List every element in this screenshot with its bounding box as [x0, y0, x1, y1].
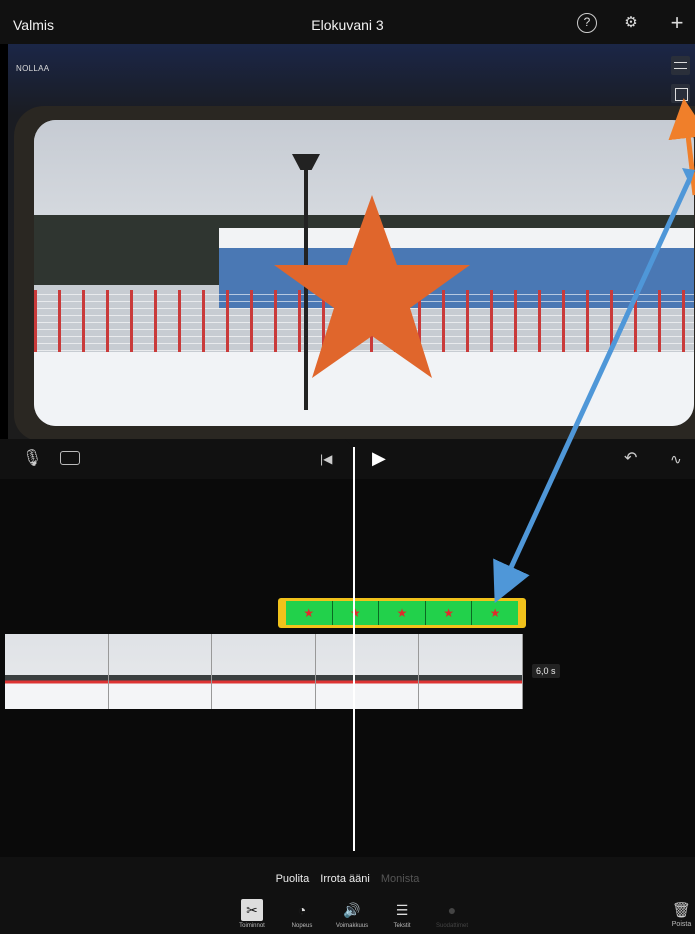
text-icon: ☰	[395, 902, 409, 918]
tool-volume[interactable]: 🔊 Voimakkuus	[332, 899, 372, 929]
clip-duration: 6,0 s	[532, 664, 560, 678]
playhead[interactable]	[353, 447, 355, 851]
clip-thumbnail	[315, 634, 420, 709]
crop-icon[interactable]	[671, 84, 690, 103]
video-viewer: NOLLAA	[8, 44, 695, 439]
camera-icon[interactable]	[60, 451, 80, 465]
overlay-frame-thumb: ★	[471, 601, 518, 625]
clip-thumbnail	[419, 634, 523, 709]
split-button[interactable]: Puolita	[276, 873, 310, 885]
speedometer-icon: ◔	[297, 902, 307, 918]
scissors-icon: ✂	[241, 899, 263, 921]
speaker-icon: 🔊	[343, 902, 361, 918]
play-icon[interactable]: ▶	[372, 448, 386, 469]
adjust-icon[interactable]	[671, 56, 690, 75]
reset-button[interactable]: NOLLAA	[16, 64, 49, 73]
delete-button[interactable]: 🗑 Poista	[668, 901, 695, 928]
waveform-icon[interactable]: ∿	[670, 451, 682, 468]
tool-trim[interactable]: ✂ Toiminnot	[232, 899, 272, 929]
tool-titles[interactable]: ☰ Tekstit	[382, 899, 422, 929]
duplicate-button[interactable]: Monista	[381, 873, 420, 885]
bottom-bar: Puolita Irrota ääni Monista ✂ Toiminnot …	[0, 857, 695, 934]
gear-icon[interactable]: ⚙	[621, 13, 641, 33]
tool-speed[interactable]: ◔ Nopeus	[282, 899, 322, 929]
top-bar: Valmis Elokuvani 3 ? ⚙ +	[0, 0, 695, 44]
plus-icon[interactable]: +	[667, 12, 687, 34]
filter-icon: ●	[447, 902, 457, 918]
trash-icon: 🗑	[671, 902, 692, 919]
overlay-frame-thumb: ★	[303, 606, 315, 620]
undo-icon[interactable]: ↶	[624, 448, 637, 468]
overlay-frame-thumb: ★	[424, 601, 472, 625]
tool-filters[interactable]: ● Suodattimet	[432, 899, 472, 929]
skip-back-icon[interactable]: |◀	[320, 452, 332, 466]
mic-icon[interactable]: 🎙	[22, 448, 42, 468]
video-preview[interactable]	[34, 120, 694, 426]
clip-actions: Puolita Irrota ääni Monista	[0, 873, 695, 885]
detach-audio-button[interactable]: Irrota ääni	[320, 873, 370, 885]
clip-thumbnail	[5, 634, 109, 709]
overlay-clip[interactable]: ★ ★ ★ ★ ★	[278, 598, 526, 628]
video-clip[interactable]	[5, 634, 523, 709]
clip-thumbnail	[108, 634, 213, 709]
star-overlay	[274, 195, 470, 378]
tool-bar: ✂ Toiminnot ◔ Nopeus 🔊 Voimakkuus ☰ Teks…	[232, 899, 472, 933]
overlay-frame-thumb: ★	[378, 601, 425, 625]
help-icon[interactable]: ?	[577, 13, 597, 33]
clip-thumbnail	[212, 634, 316, 709]
